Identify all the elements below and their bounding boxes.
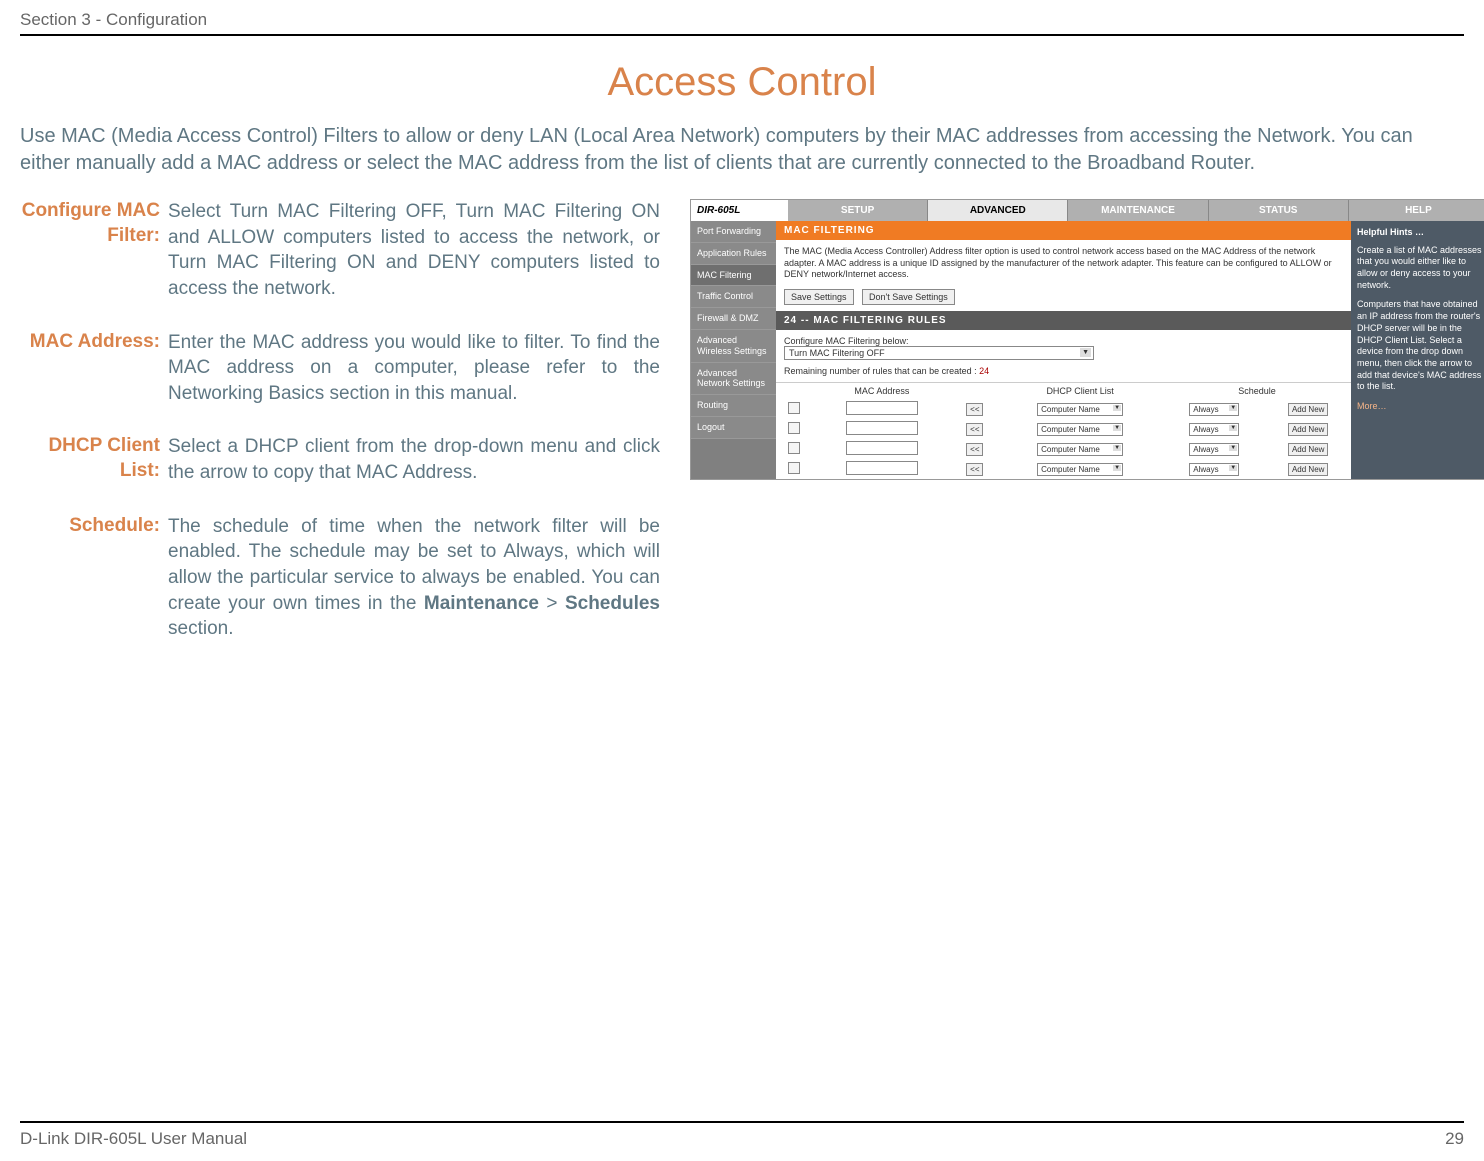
th-schedule: Schedule [1163,383,1351,400]
copy-mac-button[interactable]: << [966,423,983,436]
def-body-schedule: The schedule of time when the network fi… [168,514,660,642]
mac-filtering-mode-select[interactable]: Turn MAC Filtering OFF [784,346,1094,360]
help-paragraph-2: Computers that have obtained an IP addre… [1357,299,1483,393]
mac-address-input[interactable] [846,421,918,435]
definition-list: Configure MAC Filter: Select Turn MAC Fi… [20,199,660,670]
help-title: Helpful Hints … [1357,227,1483,239]
table-row: << Computer Name Always Add New [776,399,1351,419]
panel-mac-filtering-desc: The MAC (Media Access Controller) Addres… [776,240,1351,287]
nav-mac-filtering[interactable]: MAC Filtering [691,265,776,287]
filter-rules-table: MAC Address DHCP Client List Schedule <<… [776,382,1351,479]
dhcp-client-select[interactable]: Computer Name [1037,463,1123,476]
schedule-gt: > [539,593,565,614]
dont-save-settings-button[interactable]: Don't Save Settings [862,289,955,305]
panel-rules-header: 24 -- MAC FILTERING RULES [776,311,1351,330]
schedule-select[interactable]: Always [1189,403,1239,416]
mac-address-input[interactable] [846,441,918,455]
nav-adv-network[interactable]: Advanced Network Settings [691,363,776,396]
tab-maintenance[interactable]: MAINTENANCE [1068,200,1208,221]
def-body-configure: Select Turn MAC Filtering OFF, Turn MAC … [168,199,660,302]
router-model-logo: DIR-605L [691,200,788,221]
schedule-bold-schedules: Schedules [565,593,660,614]
help-panel: Helpful Hints … Create a list of MAC add… [1351,221,1484,479]
copy-mac-button[interactable]: << [966,463,983,476]
help-more-link[interactable]: More… [1357,401,1387,413]
nav-traffic-control[interactable]: Traffic Control [691,286,776,308]
save-settings-button[interactable]: Save Settings [784,289,854,305]
mac-address-input[interactable] [846,461,918,475]
schedule-text-post: section. [168,618,233,639]
nav-routing[interactable]: Routing [691,395,776,417]
table-row: << Computer Name Always Add New [776,419,1351,439]
def-label-schedule: Schedule: [20,514,168,642]
add-new-button[interactable]: Add New [1288,463,1328,476]
def-body-mac: Enter the MAC address you would like to … [168,330,660,407]
footer-manual-title: D-Link DIR-605L User Manual [20,1129,247,1149]
nav-application-rules[interactable]: Application Rules [691,243,776,265]
table-row: << Computer Name Always Add New [776,459,1351,479]
schedule-select[interactable]: Always [1189,423,1239,436]
nav-port-forwarding[interactable]: Port Forwarding [691,221,776,243]
router-screenshot: DIR-605L SETUP ADVANCED MAINTENANCE STAT… [690,199,1484,480]
copy-mac-button[interactable]: << [966,403,983,416]
add-new-button[interactable]: Add New [1288,443,1328,456]
help-paragraph-1: Create a list of MAC addresses that you … [1357,245,1483,292]
nav-firewall-dmz[interactable]: Firewall & DMZ [691,308,776,330]
tab-advanced[interactable]: ADVANCED [928,200,1068,221]
th-mac-address: MAC Address [811,383,952,400]
mac-address-input[interactable] [846,401,918,415]
tab-status[interactable]: STATUS [1209,200,1349,221]
def-label-dhcp: DHCP Client List: [20,434,168,485]
copy-mac-button[interactable]: << [966,443,983,456]
remaining-label: Remaining number of rules that can be cr… [784,366,979,376]
rule-enable-checkbox[interactable] [788,442,800,454]
add-new-button[interactable]: Add New [1288,403,1328,416]
section-header: Section 3 - Configuration [20,10,1464,36]
dhcp-client-select[interactable]: Computer Name [1037,403,1123,416]
def-label-configure: Configure MAC Filter: [20,199,168,302]
def-label-mac: MAC Address: [20,330,168,407]
table-row: << Computer Name Always Add New [776,439,1351,459]
th-dhcp-client-list: DHCP Client List [997,383,1163,400]
remaining-count: 24 [979,366,989,376]
schedule-bold-maintenance: Maintenance [424,593,539,614]
nav-adv-wireless[interactable]: Advanced Wireless Settings [691,330,776,363]
router-sidebar: Port Forwarding Application Rules MAC Fi… [691,221,776,479]
rule-enable-checkbox[interactable] [788,402,800,414]
configure-label: Configure MAC Filtering below: [784,336,1343,346]
rule-enable-checkbox[interactable] [788,422,800,434]
rule-enable-checkbox[interactable] [788,462,800,474]
page-title: Access Control [20,60,1464,105]
def-body-dhcp: Select a DHCP client from the drop-down … [168,434,660,485]
footer-page-number: 29 [1445,1129,1464,1149]
schedule-select[interactable]: Always [1189,443,1239,456]
dhcp-client-select[interactable]: Computer Name [1037,423,1123,436]
tab-setup[interactable]: SETUP [788,200,928,221]
schedule-select[interactable]: Always [1189,463,1239,476]
intro-paragraph: Use MAC (Media Access Control) Filters t… [20,123,1464,177]
panel-mac-filtering-header: MAC FILTERING [776,221,1351,240]
dhcp-client-select[interactable]: Computer Name [1037,443,1123,456]
tab-help[interactable]: HELP [1349,200,1484,221]
nav-logout[interactable]: Logout [691,417,776,439]
add-new-button[interactable]: Add New [1288,423,1328,436]
